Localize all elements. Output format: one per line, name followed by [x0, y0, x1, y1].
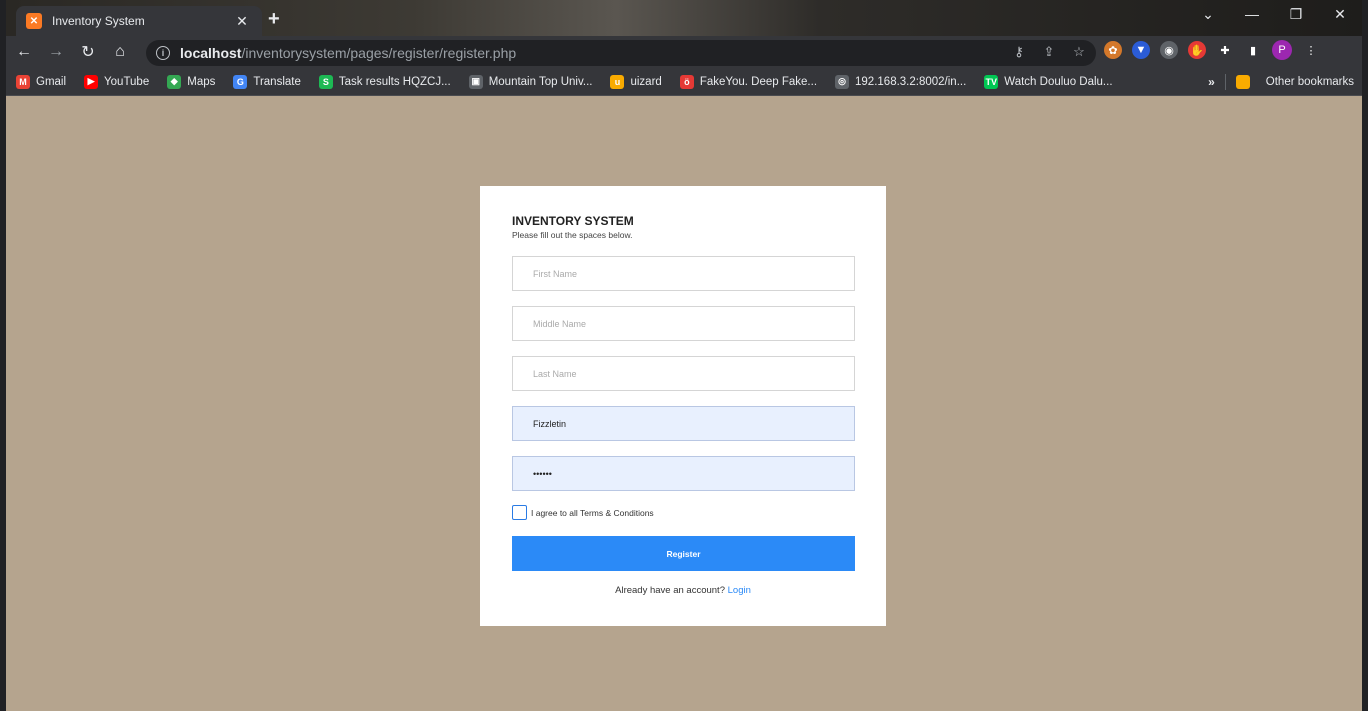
- bookmark-label: Translate: [253, 75, 301, 88]
- page-subtitle: Please fill out the spaces below.: [512, 230, 633, 240]
- bookmark-label: Maps: [187, 75, 216, 88]
- cookie-extension-icon[interactable]: ✿: [1104, 41, 1122, 59]
- tab-inventory-system[interactable]: ✕ Inventory System ✕: [16, 6, 262, 36]
- username-input[interactable]: Fizzletin: [512, 406, 855, 441]
- middle-name-input[interactable]: Middle Name: [512, 306, 855, 341]
- bookmark-icon: G: [233, 74, 248, 89]
- bookmark-item[interactable]: ö FakeYou. Deep Fake...: [679, 74, 818, 89]
- back-arrow-icon[interactable]: ←: [10, 38, 38, 66]
- restore-icon[interactable]: ❐: [1274, 0, 1318, 28]
- star-icon[interactable]: ☆: [1070, 44, 1088, 60]
- bookmark-item[interactable]: S Task results HQZCJ...: [318, 74, 451, 89]
- info-icon[interactable]: i: [156, 46, 170, 60]
- bookmarks-overflow-icon[interactable]: »: [1208, 75, 1215, 89]
- window-close-icon[interactable]: ✕: [1318, 0, 1362, 28]
- url-host: localhost: [180, 45, 242, 61]
- puzzle-icon[interactable]: ✚: [1216, 41, 1234, 59]
- register-button[interactable]: Register: [512, 536, 855, 571]
- forward-arrow-icon[interactable]: →: [42, 38, 70, 66]
- xampp-icon: ✕: [26, 13, 42, 29]
- bookmark-label: YouTube: [104, 75, 150, 88]
- register-card: INVENTORY SYSTEM Please fill out the spa…: [480, 186, 886, 626]
- login-link[interactable]: Login: [728, 585, 751, 596]
- minimize-icon[interactable]: —: [1230, 0, 1274, 28]
- bookmark-label: Task results HQZCJ...: [338, 75, 451, 88]
- key-icon[interactable]: ⚷: [1010, 44, 1028, 60]
- login-prompt-text: Already have an account?: [615, 585, 725, 596]
- omnibox-actions: ⚷ ⇪ ☆: [1010, 44, 1088, 60]
- first-name-input[interactable]: First Name: [512, 256, 855, 291]
- bookmark-label: Watch Douluo Dalu...: [1004, 75, 1113, 88]
- bookmark-icon: ▣: [468, 74, 483, 89]
- divider: [1224, 74, 1226, 90]
- bookmarks-bar: M Gmail ▶ YouTube ◆ Maps G Translate S Task resul…: [6, 68, 1362, 96]
- chevron-down-icon[interactable]: ⌄: [1186, 0, 1230, 28]
- bookmark-label: Gmail: [36, 75, 67, 88]
- close-icon[interactable]: ✕: [232, 13, 252, 30]
- folder-icon: [1235, 75, 1250, 89]
- bookmark-item[interactable]: u uizard: [610, 74, 662, 89]
- menu-kebab-icon[interactable]: ⋮: [1302, 41, 1320, 59]
- eye-extension-icon[interactable]: ◉: [1160, 41, 1178, 59]
- bookmark-item[interactable]: ◎ 192.168.3.2:8002/in...: [835, 74, 967, 89]
- browser-window: ✕ Inventory System ✕ + ⌄ — ❐ ✕ ← → ↻ ⌂ i…: [6, 0, 1362, 711]
- reload-icon[interactable]: ↻: [74, 38, 102, 66]
- bookmark-label: FakeYou. Deep Fake...: [699, 75, 818, 88]
- bookmark-item[interactable]: ▶ YouTube: [84, 74, 150, 89]
- bookmark-icon: ▶: [84, 74, 99, 89]
- bookmark-icon: TV: [984, 74, 999, 89]
- bookmarks-right: » Other bookmarks: [1208, 74, 1354, 90]
- new-tab-icon[interactable]: +: [268, 9, 280, 29]
- last-name-input[interactable]: Last Name: [512, 356, 855, 391]
- bookmark-item[interactable]: ◆ Maps: [167, 74, 216, 89]
- share-icon[interactable]: ⇪: [1040, 44, 1058, 60]
- bookmark-item[interactable]: TV Watch Douluo Dalu...: [984, 74, 1113, 89]
- bookmark-icon: ö: [679, 74, 694, 89]
- profile-avatar[interactable]: P: [1272, 40, 1292, 60]
- page-title: INVENTORY SYSTEM: [512, 214, 634, 228]
- bookmark-icon: u: [610, 74, 625, 89]
- terms-checkbox[interactable]: [512, 505, 527, 520]
- terms-row: I agree to all Terms & Conditions: [512, 505, 854, 520]
- bookmark-label: 192.168.3.2:8002/in...: [855, 75, 967, 88]
- bookmark-item[interactable]: G Translate: [233, 74, 301, 89]
- stop-extension-icon[interactable]: ✋: [1188, 41, 1206, 59]
- bookmark-label: Mountain Top Univ...: [488, 75, 593, 88]
- tab-title: Inventory System: [52, 14, 145, 28]
- page-viewport: INVENTORY SYSTEM Please fill out the spa…: [6, 97, 1362, 711]
- window-controls: ⌄ — ❐ ✕: [1186, 0, 1362, 30]
- url-path: /inventorysystem/pages/register/register…: [241, 45, 517, 61]
- bookmark-icon: S: [318, 74, 333, 89]
- address-bar[interactable]: i localhost /inventorysystem/pages/regis…: [146, 40, 1096, 66]
- bookmark-label: uizard: [630, 75, 662, 88]
- bookmark-item[interactable]: M Gmail: [16, 74, 67, 89]
- extensions-bar: ✿ ▼ ◉ ✋ ✚ ▮ P ⋮: [1104, 40, 1320, 60]
- bookmark-icon: ◎: [835, 74, 850, 89]
- login-prompt: Already have an account? Login: [512, 585, 854, 596]
- bookmark-icon: ◆: [167, 74, 182, 89]
- other-bookmarks[interactable]: Other bookmarks: [1266, 76, 1354, 88]
- tab-strip: ✕ Inventory System ✕ + ⌄ — ❐ ✕: [6, 0, 1362, 36]
- home-icon[interactable]: ⌂: [106, 38, 134, 66]
- side-panel-icon[interactable]: ▮: [1244, 41, 1262, 59]
- terms-label[interactable]: I agree to all Terms & Conditions: [531, 508, 654, 518]
- password-input[interactable]: ••••••: [512, 456, 855, 491]
- bookmark-icon: M: [16, 74, 30, 89]
- bookmark-item[interactable]: ▣ Mountain Top Univ...: [468, 74, 593, 89]
- shield-extension-icon[interactable]: ▼: [1132, 41, 1150, 59]
